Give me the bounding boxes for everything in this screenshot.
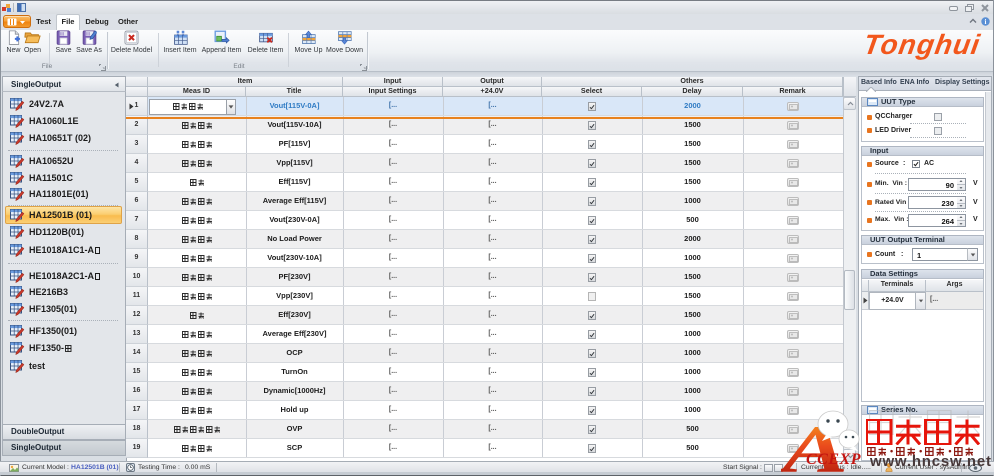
svg-text:i: i	[985, 18, 987, 26]
